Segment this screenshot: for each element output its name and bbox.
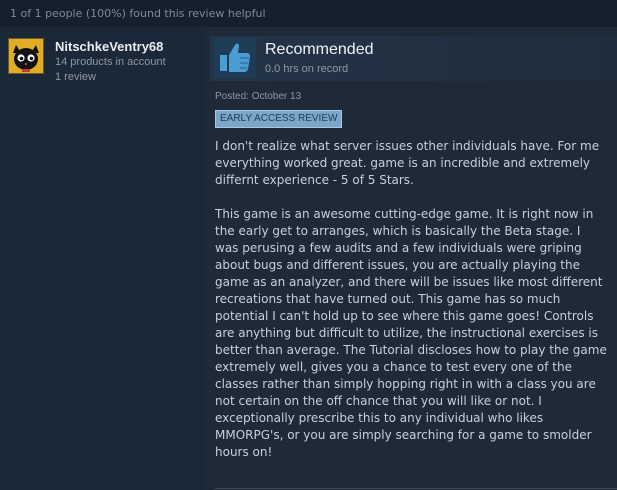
- vote-title[interactable]: Recommended: [265, 41, 374, 59]
- early-access-badge: EARLY ACCESS REVIEW: [215, 110, 343, 128]
- review-text: I don't realize what server issues other…: [215, 138, 607, 478]
- posted-date: Posted: October 13: [215, 91, 302, 102]
- products-owned-link[interactable]: 14 products in account: [55, 56, 166, 68]
- review-panel: Recommended 0.0 hrs on record Posted: Oc…: [205, 27, 617, 490]
- author-name-link[interactable]: NitschkeVentry68: [55, 39, 163, 54]
- review-count-link[interactable]: 1 review: [55, 71, 96, 83]
- vote-header[interactable]: Recommended 0.0 hrs on record: [210, 36, 617, 81]
- helpful-summary: 1 of 1 people (100%) found this review h…: [0, 0, 617, 27]
- review-row: NitschkeVentry68 14 products in account …: [0, 27, 617, 490]
- divider: [215, 488, 617, 489]
- review-paragraph: This game is an awesome cutting-edge gam…: [215, 207, 607, 459]
- hours-on-record: 0.0 hrs on record: [265, 63, 349, 75]
- thumbs-up-icon: [214, 38, 256, 78]
- review-paragraph: I don't realize what server issues other…: [215, 139, 600, 187]
- author-panel: NitschkeVentry68 14 products in account …: [0, 27, 205, 490]
- black-cat-avatar-icon[interactable]: [8, 38, 44, 74]
